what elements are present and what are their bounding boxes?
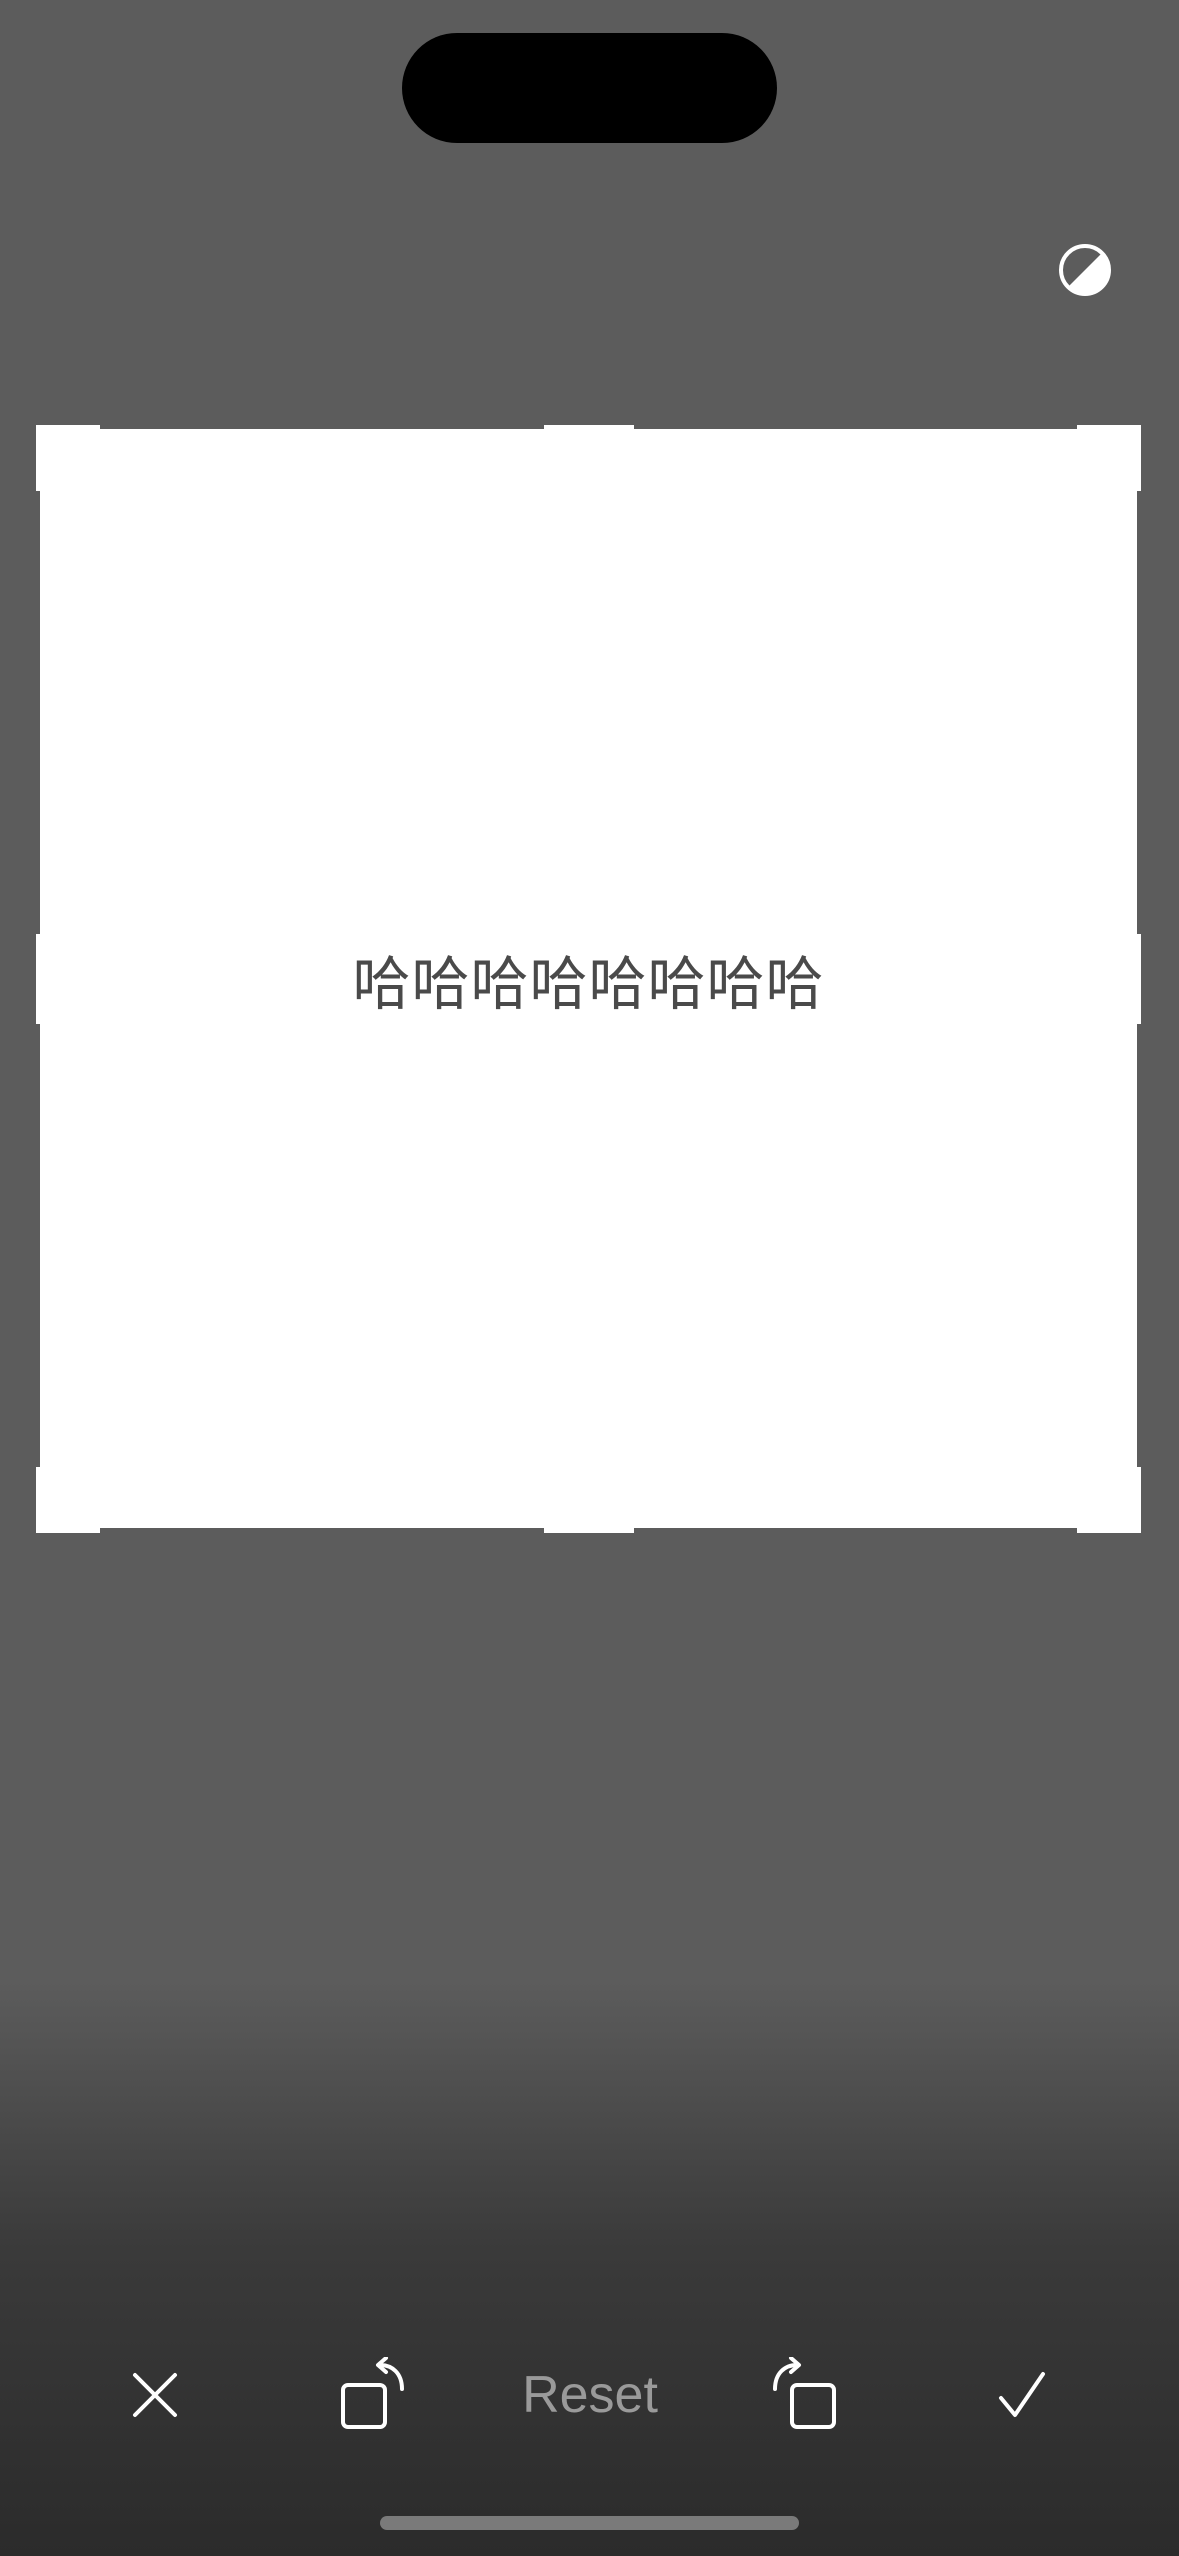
image-caption-text: 哈哈哈哈哈哈哈哈 <box>352 950 825 1018</box>
dynamic-island <box>402 33 777 143</box>
contrast-icon <box>1059 244 1111 296</box>
crop-handle-bottom[interactable] <box>544 1523 634 1533</box>
crop-handle-top-right[interactable] <box>1077 425 1141 491</box>
crop-handle-bottom-left[interactable] <box>36 1467 100 1533</box>
rotate-right-icon <box>773 2357 836 2429</box>
checkmark-icon <box>999 2372 1045 2417</box>
home-indicator[interactable] <box>380 2516 799 2530</box>
rotate-right-button[interactable] <box>752 2355 852 2435</box>
contrast-button[interactable] <box>1058 243 1112 297</box>
rotate-left-button[interactable] <box>325 2355 425 2435</box>
crop-handle-top[interactable] <box>544 425 634 435</box>
cancel-button[interactable] <box>105 2355 205 2435</box>
close-icon <box>133 2373 177 2417</box>
crop-handle-top-left[interactable] <box>36 425 100 491</box>
confirm-button[interactable] <box>972 2355 1072 2435</box>
rotate-left-icon <box>341 2357 404 2429</box>
reset-button[interactable]: Reset <box>470 2362 710 2428</box>
crop-handle-bottom-right[interactable] <box>1077 1467 1141 1533</box>
